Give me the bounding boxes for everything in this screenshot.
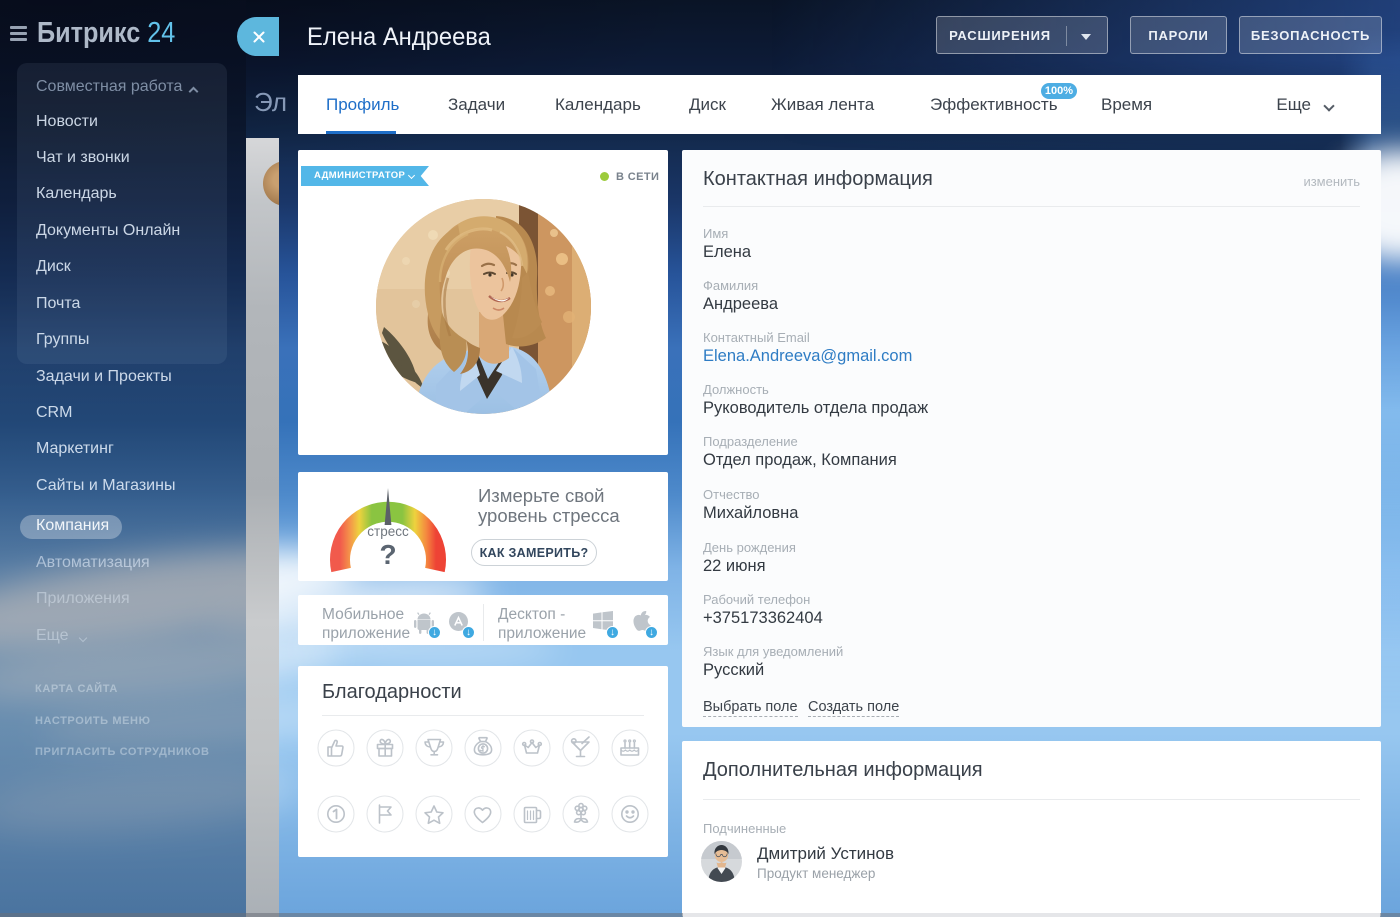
svg-text:?: ? bbox=[379, 539, 396, 570]
svg-text:стресс: стресс bbox=[367, 524, 409, 539]
